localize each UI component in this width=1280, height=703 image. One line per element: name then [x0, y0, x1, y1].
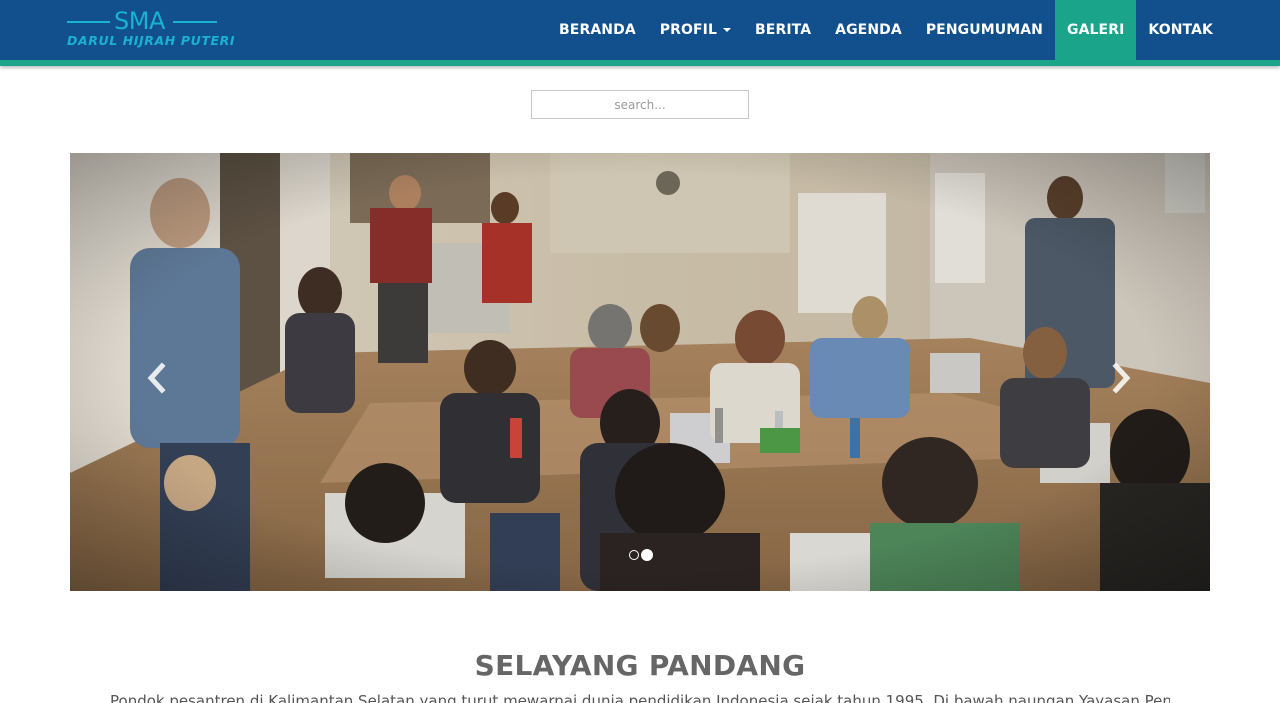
nav-item-agenda[interactable]: AGENDA [823, 0, 914, 60]
brand-logo[interactable]: SMA DARUL HIJRAH PUTERI [67, 7, 236, 52]
nav-item-label: PENGUMUMAN [925, 22, 1043, 38]
carousel-indicators [629, 549, 653, 561]
nav-item-galeri[interactable]: GALERI [1055, 0, 1137, 60]
brand-title-row: SMA [67, 7, 219, 35]
brand-line-left [67, 21, 110, 23]
nav-item-label: KONTAK [1148, 22, 1213, 38]
carousel-indicator-2[interactable] [641, 549, 653, 561]
brand-line-right [173, 21, 217, 23]
nav-item-label: BERANDA [559, 22, 636, 38]
nav-item-label: PROFIL [659, 22, 718, 38]
brand-subtitle: DARUL HIJRAH PUTERI [67, 33, 236, 48]
carousel-indicator-1[interactable] [629, 550, 639, 560]
classroom-photo [70, 153, 1210, 591]
nav-item-berita[interactable]: BERITA [743, 0, 823, 60]
image-carousel [70, 153, 1210, 591]
carousel-next-button[interactable] [1106, 358, 1136, 398]
chevron-left-icon [147, 362, 166, 394]
nav-item-label: GALERI [1067, 22, 1125, 38]
nav-item-pengumuman[interactable]: PENGUMUMAN [914, 0, 1055, 60]
nav-item-beranda[interactable]: BERANDA [547, 0, 648, 60]
section-intro-text: Pondok pesantren di Kalimantan Selatan y… [110, 692, 1170, 703]
search-input[interactable] [531, 90, 749, 119]
carousel-prev-button[interactable] [142, 358, 172, 398]
chevron-right-icon [1112, 362, 1131, 394]
nav-item-profil[interactable]: PROFIL [648, 0, 743, 60]
section-title: SELAYANG PANDANG [474, 649, 806, 682]
nav-item-kontak[interactable]: KONTAK [1136, 0, 1225, 60]
main-nav: BERANDA PROFIL BERITA AGENDA PENGUMUMAN … [547, 0, 1225, 60]
nav-item-label: BERITA [755, 22, 812, 38]
navbar: SMA DARUL HIJRAH PUTERI BERANDA PROFIL B… [0, 0, 1280, 60]
brand-title: SMA [114, 7, 165, 35]
caret-down-icon [723, 28, 732, 32]
nav-item-label: AGENDA [835, 22, 902, 38]
navbar-accent-stripe [0, 60, 1280, 66]
